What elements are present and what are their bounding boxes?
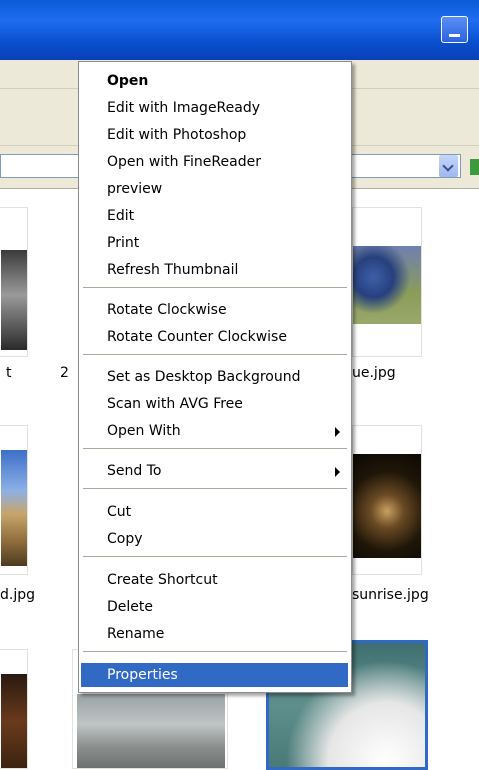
thumbnail-label: 2 xyxy=(60,365,69,381)
minimize-button[interactable] xyxy=(441,16,468,43)
menu-item-preview[interactable]: preview xyxy=(81,177,348,201)
thumbnail-item[interactable] xyxy=(352,207,422,357)
context-menu: Open Edit with ImageReady Edit with Phot… xyxy=(78,61,352,693)
thumbnail-label: t xyxy=(6,365,12,381)
menu-item-rename[interactable]: Rename xyxy=(81,622,348,646)
go-button[interactable] xyxy=(470,159,479,175)
thumbnail-image xyxy=(1,450,27,566)
menu-item-open-with-finereader[interactable]: Open with FineReader xyxy=(81,150,348,174)
thumbnail-image xyxy=(353,454,421,558)
menu-item-set-as-desktop-background[interactable]: Set as Desktop Background xyxy=(81,365,348,389)
minimize-icon xyxy=(449,34,460,37)
menu-item-print[interactable]: Print xyxy=(81,231,348,255)
menu-item-scan-with-avg[interactable]: Scan with AVG Free xyxy=(81,392,348,416)
menu-separator xyxy=(83,448,347,449)
menu-item-copy[interactable]: Copy xyxy=(81,527,348,551)
menu-item-edit-with-photoshop[interactable]: Edit with Photoshop xyxy=(81,123,348,147)
menu-item-label: Open With xyxy=(107,423,181,439)
menu-item-rotate-clockwise[interactable]: Rotate Clockwise xyxy=(81,298,348,322)
thumbnail-image xyxy=(77,694,225,768)
menu-item-cut[interactable]: Cut xyxy=(81,500,348,524)
menu-item-open[interactable]: Open xyxy=(81,69,348,93)
menu-item-refresh-thumbnail[interactable]: Refresh Thumbnail xyxy=(81,258,348,282)
menu-separator xyxy=(83,354,347,355)
submenu-arrow-icon xyxy=(335,467,340,477)
menu-item-delete[interactable]: Delete xyxy=(81,595,348,619)
menu-separator xyxy=(83,556,347,557)
title-bar xyxy=(0,0,479,60)
menu-separator xyxy=(83,488,347,489)
menu-item-properties[interactable]: Properties xyxy=(81,663,348,687)
menu-item-edit-with-imageready[interactable]: Edit with ImageReady xyxy=(81,96,348,120)
menu-item-rotate-counter-clockwise[interactable]: Rotate Counter Clockwise xyxy=(81,325,348,349)
menu-item-send-to[interactable]: Send To xyxy=(81,459,348,483)
thumbnail-label: d.jpg xyxy=(0,587,35,603)
thumbnail-item[interactable] xyxy=(0,425,28,575)
menu-separator xyxy=(83,651,347,652)
thumbnail-item[interactable] xyxy=(0,207,28,357)
thumbnail-label: sunrise.jpg xyxy=(352,587,429,603)
thumbnail-image xyxy=(1,250,27,350)
thumbnail-image xyxy=(353,246,421,324)
menu-item-edit[interactable]: Edit xyxy=(81,204,348,228)
menu-item-label: Send To xyxy=(107,463,162,479)
menu-item-create-shortcut[interactable]: Create Shortcut xyxy=(81,568,348,592)
menu-item-open-with[interactable]: Open With xyxy=(81,419,348,443)
thumbnail-item[interactable] xyxy=(0,649,28,769)
menu-separator xyxy=(83,287,347,288)
submenu-arrow-icon xyxy=(335,427,340,437)
thumbnail-label: ue.jpg xyxy=(352,365,396,381)
thumbnail-item[interactable] xyxy=(352,425,422,575)
chevron-down-icon[interactable] xyxy=(439,155,458,177)
thumbnail-image xyxy=(1,674,27,768)
